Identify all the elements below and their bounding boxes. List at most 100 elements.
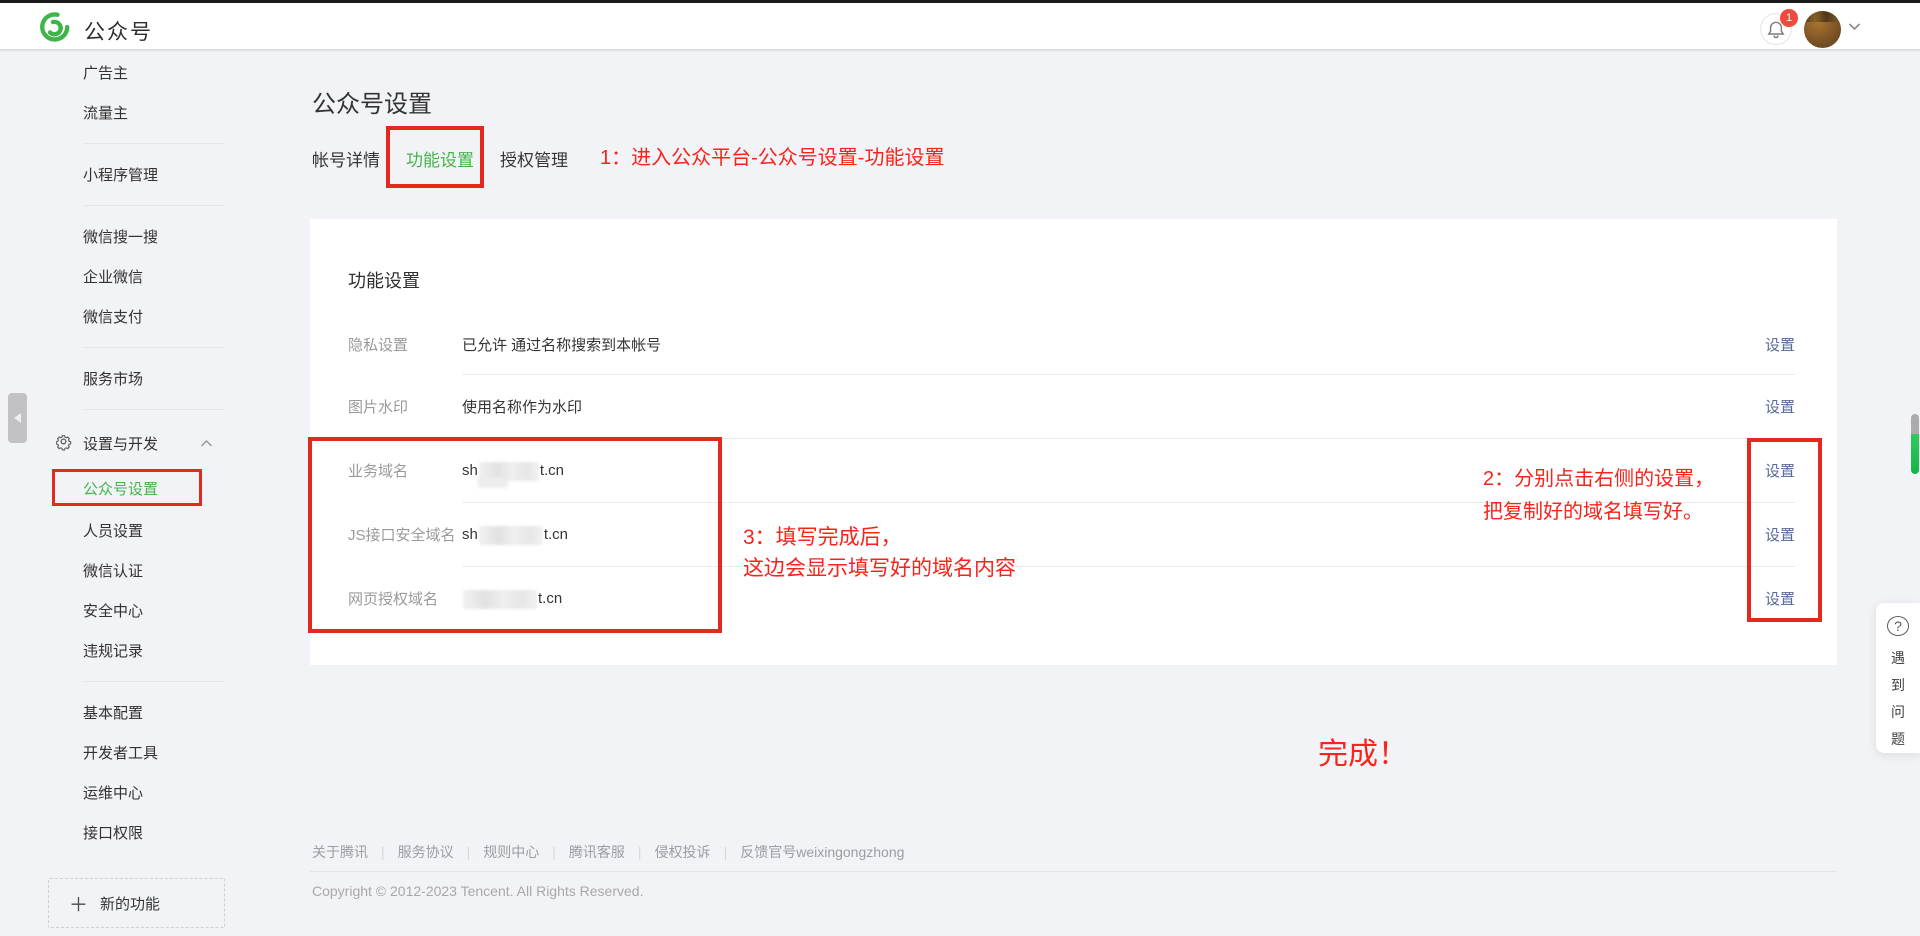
sidebar-item-label: 运维中心	[83, 782, 143, 803]
sidebar-new-feature-button[interactable]: ＋ 新的功能	[48, 878, 225, 928]
sidebar-item-违规记录[interactable]: 违规记录	[0, 630, 230, 670]
tab-授权管理[interactable]: 授权管理	[500, 146, 568, 171]
avatar[interactable]	[1804, 11, 1841, 48]
row-value-text: 使用名称作为水印	[462, 396, 582, 417]
blurred-text-fragment	[478, 477, 508, 488]
tab-帐号详情[interactable]: 帐号详情	[312, 146, 380, 171]
sidebar-item-接口权限[interactable]: 接口权限	[0, 812, 230, 852]
sidebar-item-label: 接口权限	[83, 822, 143, 843]
footer-separator: |	[638, 844, 642, 860]
sidebar-divider	[0, 132, 230, 154]
sidebar-item-label: 微信认证	[83, 560, 143, 581]
settings-link[interactable]: 设置	[1765, 460, 1795, 481]
tab-功能设置[interactable]: 功能设置	[406, 146, 474, 171]
sidebar-item-小程序管理[interactable]: 小程序管理	[0, 154, 230, 194]
settings-link[interactable]: 设置	[1765, 334, 1795, 355]
plus-icon: ＋	[69, 890, 88, 917]
sidebar-item-广告主[interactable]: 广告主	[0, 52, 230, 92]
table-row: 隐私设置 已允许 通过名称搜索到本帐号 设置	[310, 315, 1837, 374]
sidebar-nav: 广告主流量主小程序管理微信搜一搜企业微信微信支付服务市场设置与开发公众号设置人员…	[0, 50, 230, 852]
sidebar-item-label: 流量主	[83, 102, 128, 123]
official-accounts-logo-icon	[40, 12, 70, 42]
annotation-done: 完成！	[1318, 729, 1408, 773]
sidebar-item-微信认证[interactable]: 微信认证	[0, 550, 230, 590]
card-heading: 功能设置	[348, 267, 420, 293]
footer-link-服务协议[interactable]: 服务协议	[398, 844, 454, 860]
chevron-down-icon[interactable]	[1848, 22, 1861, 31]
sidebar-divider	[0, 670, 230, 692]
copyright-text: Copyright © 2012-2023 Tencent. All Right…	[312, 883, 643, 899]
sidebar-item-label: 开发者工具	[83, 742, 158, 763]
sidebar-item-企业微信[interactable]: 企业微信	[0, 256, 230, 296]
sidebar-item-label: 服务市场	[83, 368, 143, 389]
sidebar-item-人员设置[interactable]: 人员设置	[0, 510, 230, 550]
footer-link-反馈官号weixingongzhong[interactable]: 反馈官号weixingongzhong	[740, 844, 904, 860]
help-label-char: 遇	[1891, 645, 1905, 672]
sidebar-item-label: 人员设置	[83, 520, 143, 541]
blurred-text	[463, 590, 537, 609]
row-value: 已允许 通过名称搜索到本帐号	[462, 334, 661, 355]
row-label: 隐私设置	[348, 334, 408, 355]
sidebar-divider	[0, 194, 230, 216]
footer-separator: |	[467, 844, 471, 860]
row-label: 网页授权域名	[348, 588, 438, 609]
footer-link-关于腾讯[interactable]: 关于腾讯	[312, 844, 368, 860]
sidebar-item-label: 小程序管理	[83, 164, 158, 185]
sidebar-item-label: 广告主	[83, 62, 128, 83]
gear-icon	[56, 434, 74, 452]
sidebar: 广告主流量主小程序管理微信搜一搜企业微信微信支付服务市场设置与开发公众号设置人员…	[0, 50, 230, 936]
footer-separator: |	[724, 844, 728, 860]
help-widget-label: 遇到问题	[1891, 645, 1905, 753]
sidebar-item-label: 公众号设置	[83, 478, 158, 499]
table-row: 网页授权域名 t.cn 设置	[310, 567, 1837, 630]
annotation-step1: 1：进入公众平台-公众号设置-功能设置	[600, 141, 944, 170]
sidebar-divider	[0, 336, 230, 358]
settings-link[interactable]: 设置	[1765, 588, 1795, 609]
sidebar-item-运维中心[interactable]: 运维中心	[0, 772, 230, 812]
footer-divider	[310, 871, 1837, 872]
help-label-char: 到	[1891, 672, 1905, 699]
footer-link-规则中心[interactable]: 规则中心	[483, 844, 539, 860]
app-header: 公众号 1	[0, 3, 1920, 50]
sidebar-item-设置与开发[interactable]: 设置与开发	[0, 420, 230, 466]
row-value-text: t.cn	[544, 526, 568, 543]
row-value-text: sh	[462, 462, 478, 479]
sidebar-item-label: 微信支付	[83, 306, 143, 327]
sidebar-item-label: 微信搜一搜	[83, 226, 158, 247]
sidebar-item-label: 安全中心	[83, 600, 143, 621]
sidebar-item-微信搜一搜[interactable]: 微信搜一搜	[0, 216, 230, 256]
annotation-step3-line2: 这边会显示填写好的域名内容	[743, 553, 1016, 584]
sidebar-collapse-handle[interactable]	[8, 393, 27, 443]
app-title: 公众号	[84, 16, 153, 46]
help-widget[interactable]: ? 遇到问题	[1876, 603, 1920, 753]
sidebar-item-label: 企业微信	[83, 266, 143, 287]
sidebar-item-安全中心[interactable]: 安全中心	[0, 590, 230, 630]
settings-link[interactable]: 设置	[1765, 524, 1795, 545]
sidebar-item-开发者工具[interactable]: 开发者工具	[0, 732, 230, 772]
sidebar-section-label: 设置与开发	[83, 433, 158, 454]
sidebar-item-label: 基本配置	[83, 702, 143, 723]
question-mark-icon: ?	[1887, 616, 1909, 636]
footer-link-侵权投诉[interactable]: 侵权投诉	[655, 844, 711, 860]
sidebar-item-公众号设置[interactable]: 公众号设置	[0, 466, 230, 510]
collapse-arrow-icon	[14, 413, 21, 423]
sidebar-item-基本配置[interactable]: 基本配置	[0, 692, 230, 732]
row-value: t.cn	[462, 589, 562, 608]
blurred-text	[479, 526, 543, 545]
sidebar-item-微信支付[interactable]: 微信支付	[0, 296, 230, 336]
row-value: 使用名称作为水印	[462, 396, 582, 417]
row-label: 图片水印	[348, 396, 408, 417]
footer-links: 关于腾讯|服务协议|规则中心|腾讯客服|侵权投诉|反馈官号weixingongz…	[312, 842, 904, 862]
chevron-up-icon	[200, 435, 213, 452]
footer-link-腾讯客服[interactable]: 腾讯客服	[569, 844, 625, 860]
settings-card: 功能设置 隐私设置已允许 通过名称搜索到本帐号设置图片水印使用名称作为水印设置业…	[310, 219, 1837, 665]
settings-link[interactable]: 设置	[1765, 396, 1795, 417]
row-value-text: sh	[462, 526, 478, 543]
sidebar-item-流量主[interactable]: 流量主	[0, 92, 230, 132]
sidebar-item-服务市场[interactable]: 服务市场	[0, 358, 230, 398]
scrollbar-thumb[interactable]	[1911, 414, 1919, 474]
row-label: JS接口安全域名	[348, 524, 456, 545]
window-top-edge	[0, 0, 1920, 3]
table-row: 图片水印 使用名称作为水印 设置	[310, 375, 1837, 438]
page-title: 公众号设置	[312, 84, 432, 119]
